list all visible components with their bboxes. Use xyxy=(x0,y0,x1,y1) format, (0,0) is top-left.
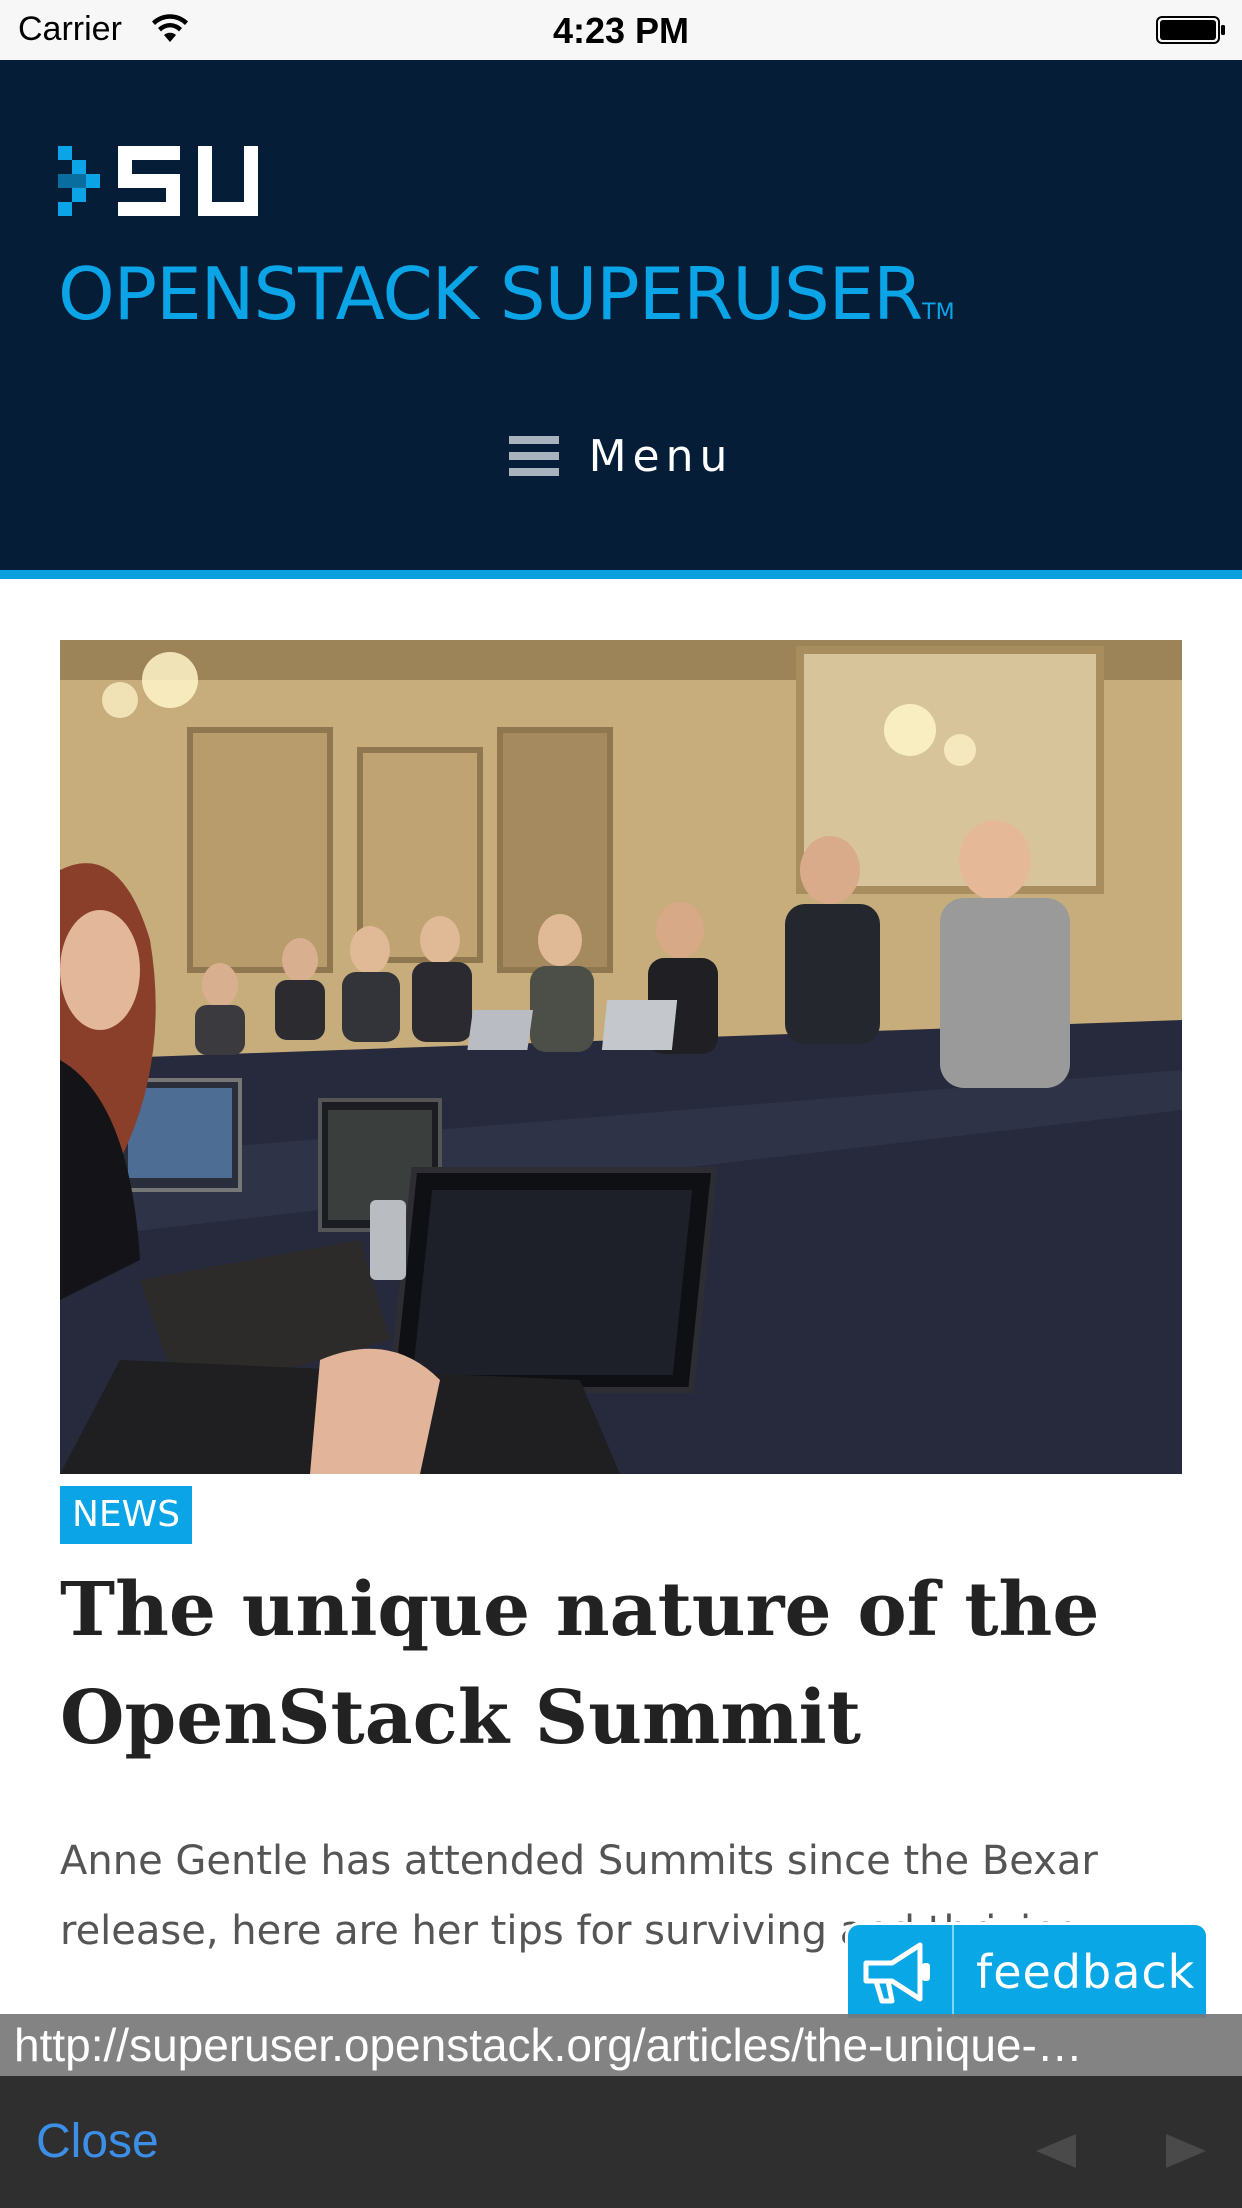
back-arrow-icon[interactable] xyxy=(1036,2134,1076,2168)
bottom-toolbar: Close xyxy=(0,2076,1242,2208)
article-hero-image[interactable] xyxy=(60,640,1182,1474)
menu-button[interactable]: Menu xyxy=(0,426,1242,486)
trademark-mark: TM xyxy=(922,300,955,325)
conference-room-photo xyxy=(60,640,1182,1474)
url-preview-bar: http://superuser.openstack.org/articles/… xyxy=(0,2014,1242,2076)
forward-arrow-icon[interactable] xyxy=(1166,2134,1206,2168)
header-divider xyxy=(0,570,1242,579)
site-header: OPENSTACK SUPERUSERTM Menu xyxy=(0,60,1242,570)
feedback-label: feedback xyxy=(976,1944,1196,1999)
site-logo-text[interactable]: OPENSTACK SUPERUSERTM xyxy=(58,252,955,336)
article-title[interactable]: The unique nature of the OpenStack Summi… xyxy=(60,1556,1180,1772)
status-bar: Carrier 4:23 PM xyxy=(0,0,1242,60)
su-logo-icon[interactable] xyxy=(58,146,258,226)
megaphone-icon xyxy=(863,1942,930,2003)
category-badge[interactable]: NEWS xyxy=(60,1486,193,1544)
close-button[interactable]: Close xyxy=(36,2114,159,2169)
hamburger-icon xyxy=(508,436,559,476)
feedback-divider xyxy=(952,1923,954,2020)
site-title-label: OPENSTACK SUPERUSER xyxy=(58,252,923,336)
menu-label: Menu xyxy=(588,430,734,482)
feedback-button[interactable]: feedback xyxy=(845,1922,1209,2020)
battery-icon xyxy=(1156,16,1225,44)
status-time: 4:23 PM xyxy=(552,10,690,51)
